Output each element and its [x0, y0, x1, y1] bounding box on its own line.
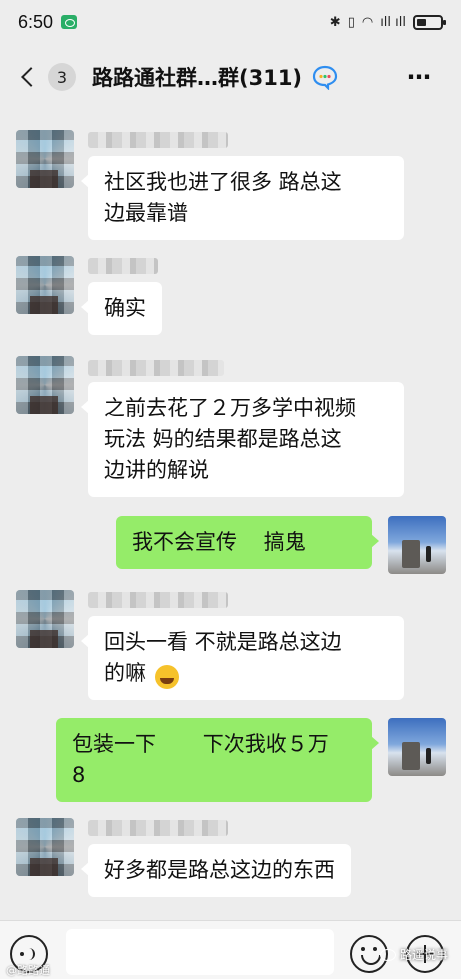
wifi-icon: ◠	[361, 14, 374, 30]
battery-icon	[413, 14, 446, 30]
chat-header: 3 路路通社群…群(311) ⋯	[0, 48, 461, 106]
message-bubble[interactable]: 回头一看 不就是路总这边 的嘛	[81, 616, 404, 700]
back-icon[interactable]	[21, 67, 41, 87]
message-bubble-self[interactable]: 包装一下 下次我收５万 8	[56, 718, 379, 802]
watermark-logo-icon	[380, 948, 396, 961]
laughing-emoji-icon	[155, 665, 179, 689]
avatar[interactable]	[16, 256, 74, 314]
signal-icon: ıll ıll	[380, 14, 406, 30]
message-list[interactable]: 社区我也进了很多 路总这 边最靠谱 确实 之前去花了２万多学中视频 玩法 妈的结…	[0, 108, 461, 918]
sender-name-blurred	[88, 360, 224, 376]
message-bubble-self[interactable]: 我不会宣传 搞鬼	[116, 516, 379, 569]
chat-title: 路路通社群…群(311)	[92, 66, 303, 90]
message-bubble[interactable]: 之前去花了２万多学中视频 玩法 妈的结果都是路总这 边讲的解说	[81, 382, 404, 497]
watermark-left: @路路通	[6, 964, 50, 977]
sender-name-blurred	[88, 132, 228, 148]
watermark-text: 路遥说事	[400, 948, 449, 962]
wechat-icon	[61, 15, 78, 29]
message-bubble[interactable]: 好多都是路总这边的东西	[81, 844, 351, 897]
sender-name-blurred	[88, 820, 228, 836]
avatar-self[interactable]	[388, 718, 446, 776]
status-time: 6:50	[18, 11, 54, 32]
vibrate-icon: ▯	[347, 14, 355, 30]
sender-name-blurred	[88, 592, 228, 608]
group-chat-icon	[312, 64, 338, 91]
message-input[interactable]	[66, 929, 334, 975]
status-icons: ✱ ▯ ◠ ıll ıll	[329, 14, 446, 30]
avatar[interactable]	[16, 356, 74, 414]
status-bar: 6:50 ✱ ▯ ◠ ıll ıll	[0, 0, 461, 44]
avatar[interactable]	[16, 590, 74, 648]
sender-name-blurred	[88, 258, 158, 274]
avatar[interactable]	[16, 130, 74, 188]
more-options-icon[interactable]: ⋯	[407, 63, 433, 91]
bluetooth-icon: ✱	[329, 14, 341, 30]
message-bubble[interactable]: 社区我也进了很多 路总这 边最靠谱	[81, 156, 404, 240]
watermark-right: 路遥说事	[380, 946, 448, 963]
avatar-self[interactable]	[388, 516, 446, 574]
unread-count-badge[interactable]: 3	[48, 63, 76, 91]
avatar[interactable]	[16, 818, 74, 876]
message-bubble[interactable]: 确实	[81, 282, 162, 335]
